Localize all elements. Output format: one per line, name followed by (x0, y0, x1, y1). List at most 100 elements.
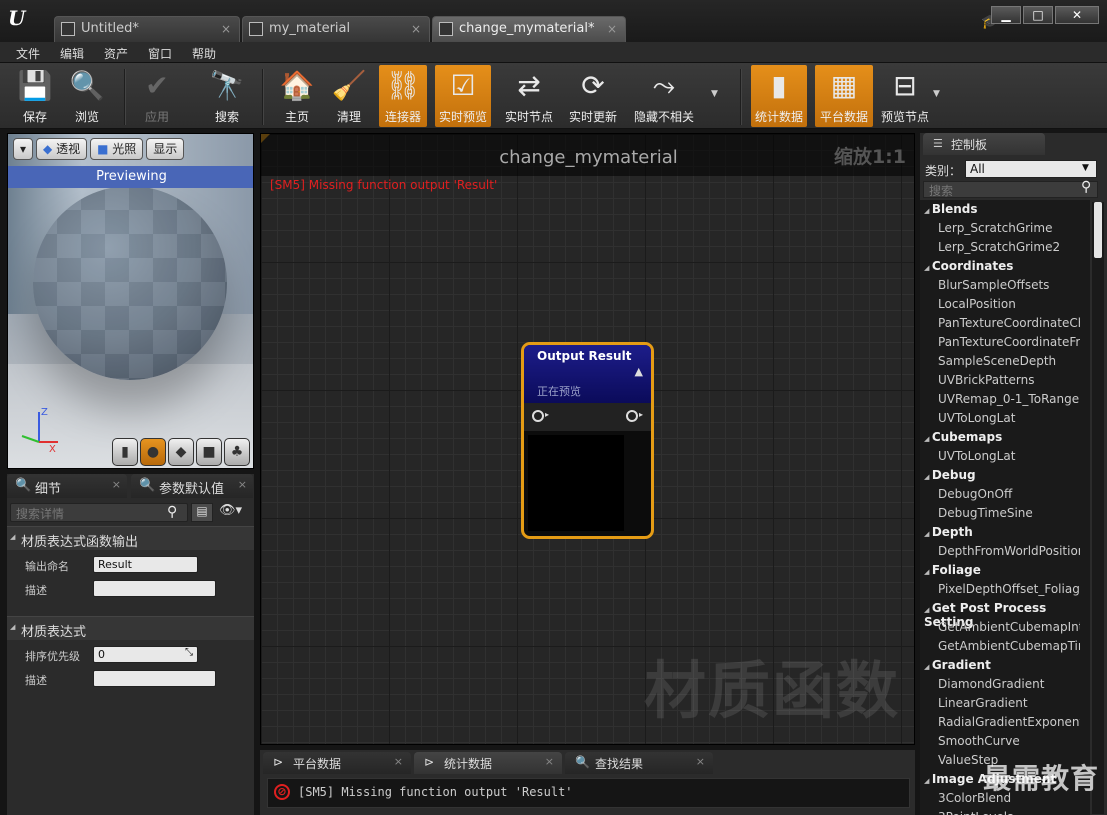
sort-priority-input[interactable]: 0 ⤡ (93, 646, 198, 663)
toolbar-button-0[interactable]: 💾 保存 (11, 65, 59, 127)
viewport-options-button[interactable]: ▾ (13, 138, 34, 160)
close-icon[interactable]: × (238, 478, 247, 491)
toolbar-button-6[interactable]: ⛓ 连接器 (379, 65, 427, 127)
magnifier-icon: 🔍 (15, 478, 32, 493)
palette-item[interactable]: DiamondGradient (938, 677, 1080, 691)
description-input[interactable] (93, 580, 216, 597)
tab-parameter-defaults[interactable]: 🔍 参数默认值 × (131, 474, 253, 498)
show-button[interactable]: 显示 (146, 138, 185, 160)
palette-item[interactable]: GetAmbientCubemapIntensity (938, 620, 1080, 634)
palette-group[interactable]: Foliage (924, 563, 981, 577)
toolbar-dropdown-arrow[interactable]: ▼ (711, 89, 718, 99)
unreal-logo-icon[interactable]: U (8, 6, 34, 32)
toolbar-button-7[interactable]: ☑ 实时预览 (435, 65, 491, 127)
tab-platform-stats[interactable]: ⊳ 平台数据 × (263, 752, 411, 774)
tab-palette[interactable]: ☰ 控制板 (923, 133, 1045, 155)
palette-item[interactable]: DebugOnOff (938, 487, 1080, 501)
palette-item[interactable]: PixelDepthOffset_Foliage (938, 582, 1080, 596)
palette-group[interactable]: Depth (924, 525, 973, 539)
tab-stats[interactable]: ⊳ 统计数据 × (414, 752, 562, 774)
palette-group[interactable]: Blends (924, 202, 978, 216)
palette-item[interactable]: UVRemap_0-1_ToRange (938, 392, 1080, 406)
close-button[interactable]: ✕ (1055, 6, 1099, 24)
palette-item[interactable]: Lerp_ScratchGrime (938, 221, 1080, 235)
toolbar-button-4[interactable]: 🏠 主页 (273, 65, 321, 127)
palette-group[interactable]: Cubemaps (924, 430, 1002, 444)
cylinder-shape-button[interactable]: ▮ (112, 438, 138, 466)
maximize-button[interactable]: □ (1023, 6, 1053, 24)
material-graph-canvas[interactable]: change_mymaterial 缩放1:1 [SM5] Missing fu… (260, 133, 915, 745)
close-icon[interactable]: × (545, 755, 554, 768)
category-select[interactable]: All (965, 160, 1097, 178)
tab-find-results[interactable]: 🔍 查找结果 × (565, 752, 713, 774)
output-name-input[interactable]: Result (93, 556, 198, 573)
palette-item[interactable]: 3PointLevels (938, 810, 1080, 815)
close-icon[interactable]: × (112, 478, 121, 491)
section-function-output[interactable]: 材质表达式函数输出 (7, 526, 254, 550)
palette-group[interactable]: Debug (924, 468, 976, 482)
palette-item[interactable]: SmoothCurve (938, 734, 1080, 748)
toolbar-button-5[interactable]: 🧹 清理 (325, 65, 373, 127)
teapot-shape-button[interactable]: ♣ (224, 438, 250, 466)
palette-item[interactable]: PanTextureCoordinateFrame (938, 335, 1080, 349)
section-material-expression[interactable]: 材质表达式 (7, 616, 254, 640)
toolbar-button-1[interactable]: 🔍 浏览 (63, 65, 111, 127)
toolbar-button-13[interactable]: ⊟ 预览节点 (878, 65, 932, 127)
doc-tab-untitled[interactable]: Untitled* × (54, 16, 240, 42)
menu-help[interactable]: 帮助 (192, 45, 216, 62)
close-icon[interactable]: × (607, 22, 617, 36)
palette-item[interactable]: PanTextureCoordinateChannel (938, 316, 1080, 330)
close-icon[interactable]: × (221, 22, 231, 36)
minimize-button[interactable]: ▁ (991, 6, 1021, 24)
scrollbar-thumb[interactable] (1094, 202, 1102, 258)
doc-tab-my-material[interactable]: my_material × (242, 16, 430, 42)
close-icon[interactable]: × (394, 755, 403, 768)
input-pin[interactable] (532, 410, 544, 422)
palette-item[interactable]: Lerp_ScratchGrime2 (938, 240, 1080, 254)
toolbar-button-12[interactable]: ▦ 平台数据 (815, 65, 873, 127)
palette-item[interactable]: DepthFromWorldPosition (938, 544, 1080, 558)
details-search-input[interactable]: 搜索详情 (10, 503, 188, 522)
close-icon[interactable]: × (696, 755, 705, 768)
output-pin[interactable] (626, 410, 638, 422)
menu-edit[interactable]: 编辑 (60, 45, 84, 62)
output-result-node[interactable]: Output Result ▲ 正在预览 ▸ ▸ (521, 342, 654, 539)
property-matrix-button[interactable]: ▤ (191, 503, 213, 522)
toolbar-button-10[interactable]: ⤳ 隐藏不相关 (632, 65, 696, 127)
palette-item[interactable]: LocalPosition (938, 297, 1080, 311)
toolbar-button-11[interactable]: ▮ 统计数据 (751, 65, 807, 127)
toolbar-button-8[interactable]: ⇄ 实时节点 (503, 65, 555, 127)
toolbar-button-2[interactable]: ✔ 应用 (133, 65, 181, 127)
palette-scrollbar[interactable] (1092, 202, 1104, 814)
visibility-options-button[interactable]: 👁▾ (219, 503, 242, 518)
menu-window[interactable]: 窗口 (148, 45, 172, 62)
palette-item[interactable]: DebugTimeSine (938, 506, 1080, 520)
menu-file[interactable]: 文件 (16, 45, 40, 62)
cube-shape-button[interactable]: ■ (196, 438, 222, 466)
palette-item[interactable]: UVToLongLat (938, 449, 1080, 463)
palette-item[interactable]: RadialGradientExponential (938, 715, 1080, 729)
palette-item[interactable]: GetAmbientCubemapTint (938, 639, 1080, 653)
plane-shape-button[interactable]: ◆ (168, 438, 194, 466)
palette-item[interactable]: SampleSceneDepth (938, 354, 1080, 368)
palette-search-input[interactable]: 搜索 (923, 181, 1098, 198)
preview-viewport[interactable]: ▾ ◆ 透视 ■ 光照 显示 Previewing Z X ▮ ● ◆ ■ ♣ (7, 133, 254, 469)
toolbar-dropdown-arrow[interactable]: ▼ (933, 89, 940, 99)
palette-group[interactable]: Gradient (924, 658, 991, 672)
palette-item[interactable]: UVBrickPatterns (938, 373, 1080, 387)
palette-item[interactable]: LinearGradient (938, 696, 1080, 710)
menu-asset[interactable]: 资产 (104, 45, 128, 62)
toolbar-button-9[interactable]: ⟳ 实时更新 (567, 65, 619, 127)
palette-item[interactable]: BlurSampleOffsets (938, 278, 1080, 292)
perspective-button[interactable]: ◆ 透视 (36, 138, 88, 160)
toolbar-button-3[interactable]: 🔭 搜索 (203, 65, 251, 127)
tab-details[interactable]: 🔍 细节 × (7, 474, 127, 498)
doc-tab-change-mymaterial[interactable]: change_mymaterial* × (432, 16, 626, 42)
palette-group[interactable]: Coordinates (924, 259, 1014, 273)
sphere-shape-button[interactable]: ● (140, 438, 166, 466)
palette-item[interactable]: UVToLongLat (938, 411, 1080, 425)
lit-button[interactable]: ■ 光照 (90, 138, 144, 160)
description-input[interactable] (93, 670, 216, 687)
close-icon[interactable]: × (411, 22, 421, 36)
collapse-triangle-icon[interactable]: ▲ (635, 365, 643, 378)
